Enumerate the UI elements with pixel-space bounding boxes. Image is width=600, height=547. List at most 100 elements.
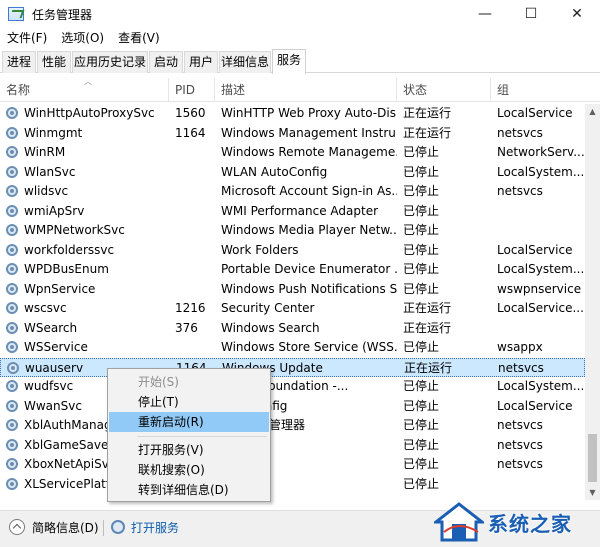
cell-group: LocalService...: [497, 301, 584, 315]
cell-status: 正在运行: [403, 106, 452, 120]
cell-status: 已停止: [403, 476, 440, 491]
close-button[interactable]: ✕: [554, 0, 600, 28]
cell-group: LocalSystem...: [497, 164, 585, 179]
cell-name: WinRM: [24, 145, 66, 159]
tab-app-history[interactable]: 应用历史记录: [72, 51, 148, 73]
table-row[interactable]: WSService Windows Store Service (WSS... 已停…: [0, 338, 585, 357]
service-gear-icon: [6, 204, 18, 217]
table-row[interactable]: wmiApSrv WMI Performance Adapter 已停止: [0, 202, 585, 221]
watermark-logo: 系统之家: [428, 496, 600, 547]
column-header-group[interactable]: 组: [491, 78, 585, 102]
table-row[interactable]: Winmgmt 1164 Windows Management Instru... 正…: [0, 124, 585, 143]
tab-performance[interactable]: 性能: [37, 51, 71, 73]
footer-divider: [103, 520, 104, 536]
table-row[interactable]: wuauserv1164Windows Update正在运行netsvcs: [0, 357, 585, 377]
cell-group: netsvcs: [497, 418, 543, 432]
menu-start[interactable]: 开始(S): [109, 372, 269, 392]
cell-desc: Microsoft Account Sign-in As...: [221, 184, 397, 198]
table-row[interactable]: wlidsvc Microsoft Account Sign-in As... 已停…: [0, 182, 585, 201]
table-row[interactable]: WinRM Windows Remote Manageme... 已停止 Networ…: [0, 143, 585, 162]
table-row[interactable]: WPDBusEnum Portable Device Enumerator ...…: [0, 260, 585, 279]
collapse-chevron-icon[interactable]: [9, 519, 25, 535]
menu-open-services[interactable]: 打开服务(V): [109, 440, 269, 460]
cell-status: 已停止: [403, 145, 440, 159]
tab-users[interactable]: 用户: [184, 51, 218, 73]
cell-name: wscsvc: [24, 301, 67, 315]
menu-stop[interactable]: 停止(T): [109, 392, 269, 412]
scroll-up-icon[interactable]: ▲: [585, 104, 600, 119]
service-gear-icon: [6, 341, 18, 353]
open-services-link[interactable]: 打开服务: [131, 520, 179, 536]
table-row[interactable]: workfolderssvc Work Folders 已停止 LocalServic…: [0, 241, 585, 260]
menu-go-to-details[interactable]: 转到详细信息(D): [109, 480, 269, 500]
cell-status: 已停止: [403, 281, 440, 296]
scroll-thumb[interactable]: [588, 434, 597, 482]
context-menu: 开始(S) 停止(T) 重新启动(R) 打开服务(V) 联机搜索(O) 转到详细…: [107, 368, 271, 502]
watermark-text: 系统之家: [488, 512, 572, 536]
window-title: 任务管理器: [32, 7, 93, 22]
maximize-button[interactable]: ☐: [508, 0, 554, 28]
cell-status: 已停止: [403, 203, 440, 218]
cell-desc: Windows Search: [221, 320, 320, 335]
service-gear-icon: [6, 458, 18, 470]
cell-group: netsvcs: [497, 125, 543, 140]
column-header-name[interactable]: 名称: [0, 78, 169, 102]
tab-services[interactable]: 服务: [272, 49, 306, 74]
menu-file[interactable]: 文件(F): [0, 28, 54, 48]
table-row[interactable]: wudfsvc Driver Foundation -... 已停止 LocalSys…: [0, 377, 585, 396]
cell-group: LocalSystem...: [497, 262, 585, 276]
column-header-status[interactable]: 状态: [397, 78, 491, 102]
table-row[interactable]: WSearch 376 Windows Search 正在运行: [0, 319, 585, 338]
table-row[interactable]: XblAuthManager身份验证管理器已停止netsvcs: [0, 416, 585, 435]
cell-group: wsappx: [497, 340, 543, 354]
cell-desc: Work Folders: [221, 242, 299, 257]
services-list: WinHttpAutoProxySvc 1560 WinHTTP Web Proxy…: [0, 104, 585, 500]
service-gear-icon: [6, 380, 18, 392]
minimize-button[interactable]: —: [462, 0, 508, 28]
cell-status: 已停止: [403, 379, 440, 393]
table-row[interactable]: XblGameSave游戏保存已停止netsvcs: [0, 436, 585, 455]
table-row[interactable]: WpnService Windows Push Notifications S..…: [0, 280, 585, 299]
menu-bar: 文件(F) 选项(O) 查看(V): [0, 28, 167, 48]
table-row[interactable]: WMPNetworkSvc Windows Media Player Netw..…: [0, 221, 585, 240]
service-gear-icon: [6, 399, 18, 412]
cell-pid: [175, 338, 217, 357]
cell-pid: 376: [175, 320, 198, 335]
cell-pid: [175, 280, 217, 299]
cell-status: 正在运行: [403, 320, 452, 335]
menu-options[interactable]: 选项(O): [54, 28, 111, 48]
cell-group: LocalSystem...: [497, 379, 585, 393]
tab-startup[interactable]: 启动: [149, 51, 183, 73]
cell-status: 已停止: [403, 262, 440, 276]
cell-name: wmiApSrv: [24, 203, 85, 218]
vertical-scrollbar[interactable]: ▲ ▼: [585, 104, 600, 500]
column-header-description[interactable]: 描述: [215, 78, 397, 102]
cell-name: Winmgmt: [24, 125, 83, 140]
table-row[interactable]: WlanSvc WLAN AutoConfig 已停止 LocalSystem...: [0, 163, 585, 182]
cell-pid: [175, 241, 217, 260]
cell-name: WSearch: [24, 320, 78, 335]
cell-name: WMPNetworkSvc: [24, 223, 125, 237]
cell-group: netsvcs: [497, 457, 543, 471]
table-row[interactable]: wscsvc 1216 Security Center 正在运行 LocalServic…: [0, 299, 585, 318]
table-row[interactable]: XboxNetApiSvc网络服务已停止netsvcs: [0, 455, 585, 474]
cell-pid: [175, 221, 217, 240]
table-header: ︿ 名称 PID 描述 状态 组: [0, 77, 600, 102]
brief-info-link[interactable]: 简略信息(D): [32, 520, 99, 536]
menu-search-online[interactable]: 联机搜索(O): [109, 460, 269, 480]
service-gear-icon: [6, 321, 18, 334]
tab-details[interactable]: 详细信息: [219, 51, 271, 73]
cell-status: 已停止: [403, 398, 440, 413]
menu-restart[interactable]: 重新启动(R): [109, 412, 269, 432]
cell-pid: [175, 182, 217, 201]
table-row[interactable]: WwanSvcAutoConfig已停止LocalService: [0, 397, 585, 416]
column-header-pid[interactable]: PID: [169, 78, 215, 102]
cell-group: netsvcs: [497, 184, 543, 198]
tab-processes[interactable]: 进程: [2, 51, 36, 73]
table-row[interactable]: XLServicePlatformPlatform已停止: [0, 475, 585, 494]
service-gear-icon: [6, 224, 18, 236]
menu-view[interactable]: 查看(V): [111, 28, 167, 48]
table-row[interactable]: WinHttpAutoProxySvc 1560 WinHTTP Web Proxy…: [0, 104, 585, 123]
service-gear-icon: [6, 185, 18, 197]
cell-name: WpnService: [24, 281, 96, 296]
